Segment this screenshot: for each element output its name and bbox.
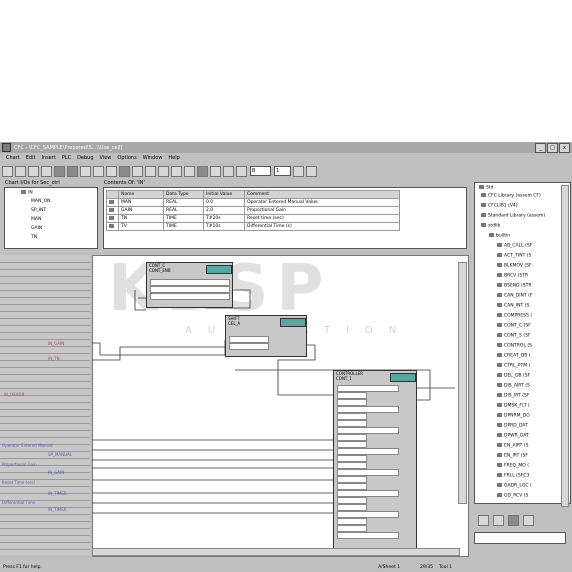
block-pin[interactable] [337,385,399,392]
block-pin[interactable] [337,427,399,434]
block-pin[interactable] [337,420,367,427]
wire [134,290,146,311]
block-pin[interactable] [337,462,367,469]
library-tab-icon[interactable] [523,515,534,526]
block-pin[interactable] [337,511,399,518]
io-label: Differential Time [2,500,36,505]
library-tab-icon[interactable] [508,515,519,526]
io-label: Operator Entered Manual [2,443,53,448]
block-subtitle: CONT_1 [336,376,352,381]
status-help: Press F1 for help. [3,565,42,570]
block-pin[interactable] [337,441,367,448]
block-pin[interactable] [337,518,367,525]
block-pin[interactable] [337,483,367,490]
io-label: IN_TIMER [48,491,67,496]
block-subtitle: CEL_A [228,321,241,326]
io-label: Reset Time (sec) [2,480,36,485]
library-search-input[interactable] [474,532,566,544]
io-label: SP_MANUAL [48,452,73,457]
block-pin[interactable] [337,413,367,420]
function-block-cont[interactable]: CONT_C CONT_ENB [146,262,233,308]
block-subtitle: CONT_ENB [149,268,171,273]
block-pin[interactable] [337,476,367,483]
wire-layer [92,289,455,514]
status-mode: Tool 1 [438,565,452,570]
io-label: IN_GAIN [48,470,65,475]
io-label: IN_TN [48,356,60,361]
library-tabs [476,515,534,526]
io-label: IN_DEADB [4,392,25,397]
function-block-shift[interactable]: SHIFT CEL_A [225,315,307,357]
sheet-horizontal-scrollbar[interactable] [92,548,460,556]
status-sheet: A/Sheet 1 [378,565,400,570]
library-tab-icon[interactable] [478,515,489,526]
io-label: Proportional Gain [2,462,37,467]
block-pin[interactable] [337,399,367,406]
sheet-vertical-scrollbar[interactable] [458,262,467,504]
io-label: IN_GAIN [48,341,65,346]
block-type-tag [280,318,306,327]
block-type-tag [206,265,232,274]
io-label: IN_TIMER [48,507,67,512]
block-pin[interactable] [337,406,399,413]
block-type-tag [390,373,416,382]
status-bar: Press F1 for help. A/Sheet 1 29/35 Tool … [0,563,572,572]
block-pin[interactable] [337,434,367,441]
library-tab-icon[interactable] [493,515,504,526]
status-pos: 29/35 [419,565,433,570]
block-pin[interactable] [337,497,367,504]
block-pin[interactable] [337,532,399,539]
library-scrollbar[interactable] [561,185,569,507]
block-pin[interactable] [337,525,367,532]
